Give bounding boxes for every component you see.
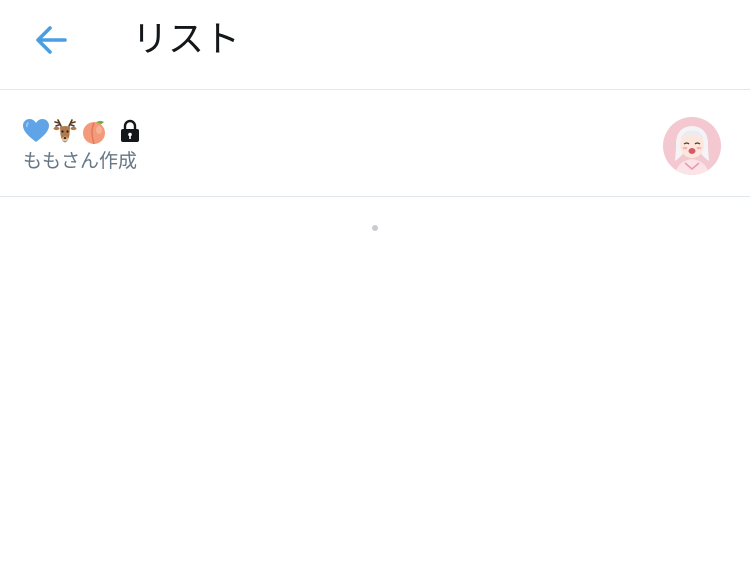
lock-icon: [121, 119, 139, 142]
list-owner: ももさん作成: [23, 150, 138, 172]
deer-icon: [53, 119, 77, 143]
list-name: [22, 116, 141, 146]
loading-dot: [372, 225, 378, 231]
blue-heart-icon: [23, 119, 49, 142]
peach-icon: [83, 120, 105, 145]
back-button[interactable]: [28, 20, 74, 60]
page-title: リスト: [132, 19, 241, 60]
list-item[interactable]: ももさん作成: [0, 90, 750, 197]
top-bar: リスト: [0, 0, 750, 90]
avatar[interactable]: [663, 117, 721, 175]
arrow-left-icon: [36, 26, 67, 54]
